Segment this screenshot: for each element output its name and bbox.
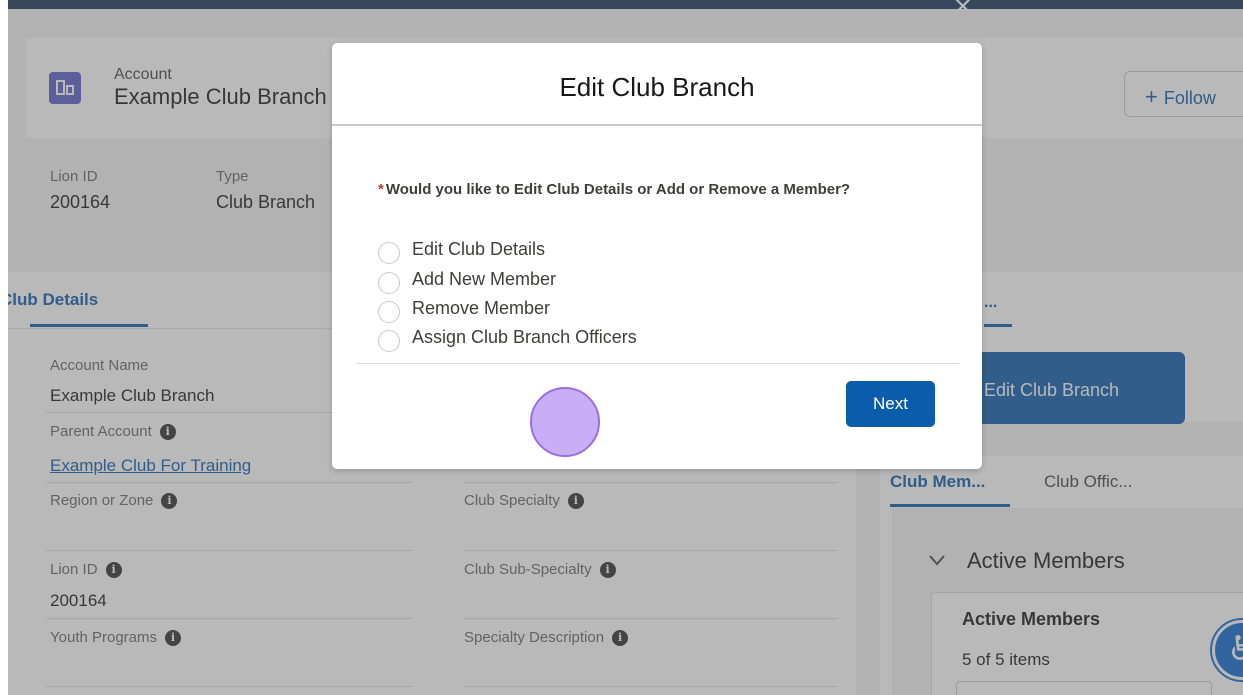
question-text: Would you like to Edit Club Details or A…	[385, 181, 851, 198]
modal-footer-divider	[356, 363, 959, 364]
radio-label[interactable]: Assign Club Branch Officers	[412, 327, 637, 348]
question-label: * Would you like to Edit Club Details or …	[378, 176, 898, 203]
radio-button[interactable]	[378, 301, 400, 323]
required-marker: *	[378, 181, 384, 198]
radio-label[interactable]: Add New Member	[412, 269, 556, 290]
radio-label[interactable]: Remove Member	[412, 298, 550, 319]
modal-header: Edit Club Branch	[332, 43, 982, 126]
modal-title: Edit Club Branch	[559, 72, 755, 102]
next-button[interactable]: Next	[846, 381, 935, 427]
radio-button[interactable]	[378, 330, 400, 352]
radio-label[interactable]: Edit Club Details	[412, 239, 545, 260]
radio-button[interactable]	[378, 272, 400, 294]
radio-button[interactable]	[378, 242, 400, 264]
left-edge	[0, 0, 8, 695]
click-indicator	[530, 387, 600, 457]
edit-club-branch-modal: Edit Club Branch * Would you like to Edit…	[332, 43, 982, 469]
